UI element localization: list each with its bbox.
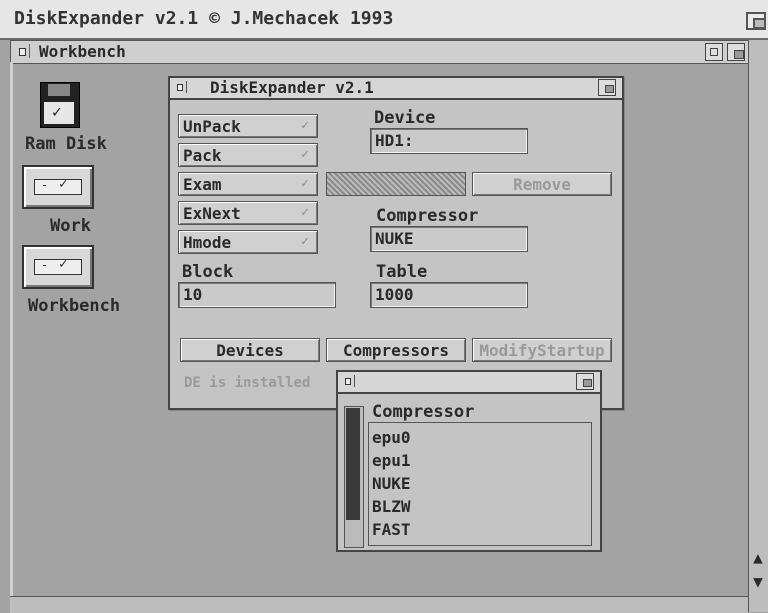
table-field[interactable]: 1000 (370, 282, 528, 308)
close-icon[interactable] (15, 44, 30, 58)
devices-label: Devices (216, 341, 284, 360)
screen-title: DiskExpander v2.1 © J.Mechacek 1993 (14, 8, 394, 29)
check-icon: ✓ (301, 147, 309, 162)
compressor-label: Compressor (376, 206, 479, 226)
diskexpander-titlebar[interactable]: DiskExpander v2.1 (170, 78, 622, 100)
compressors-label: Compressors (343, 341, 449, 360)
list-item[interactable]: NUKE (372, 476, 411, 492)
table-label: Table (376, 262, 428, 282)
modifystartup-label: ModifyStartup (479, 341, 605, 360)
ram-disk-icon[interactable]: ✓ (40, 82, 80, 128)
list-item[interactable]: epu1 (372, 453, 411, 469)
remove-button[interactable]: Remove (472, 172, 612, 196)
workbench-drive-icon[interactable]: ✓ (22, 245, 94, 289)
compressor-field[interactable]: NUKE (370, 226, 528, 252)
workbench-window-titlebar[interactable]: Workbench (10, 40, 750, 64)
work-drive-label[interactable]: Work (50, 218, 91, 235)
depth-icon[interactable] (598, 79, 616, 96)
progress-bar (326, 172, 466, 196)
unpack-label: UnPack (183, 117, 241, 136)
exnext-label: ExNext (183, 204, 241, 223)
close-icon[interactable] (174, 81, 187, 93)
check-icon: ✓ (301, 118, 309, 133)
block-value: 10 (183, 285, 203, 304)
compressors-button[interactable]: Compressors (326, 338, 466, 362)
list-item[interactable]: epu0 (372, 430, 411, 446)
zoom-icon[interactable] (705, 43, 723, 61)
block-field[interactable]: 10 (178, 282, 336, 308)
unpack-button[interactable]: UnPack ✓ (178, 114, 318, 138)
drive-slot: ✓ (34, 176, 82, 195)
vertical-scrollbar[interactable] (748, 40, 768, 612)
compressor-list-window: Compressor epu0 epu1 NUKE BLZW FAST (336, 370, 602, 552)
modifystartup-button[interactable]: ModifyStartup (472, 338, 612, 362)
close-icon[interactable] (342, 375, 355, 387)
floppy-shutter (48, 84, 70, 96)
check-icon: ✓ (301, 234, 309, 249)
exam-label: Exam (183, 175, 222, 194)
work-drive-icon[interactable]: ✓ (22, 165, 94, 209)
check-icon: ✓ (52, 102, 62, 121)
device-label: Device (374, 108, 436, 128)
compressor-list-header: Compressor (372, 402, 475, 422)
depth-icon[interactable] (576, 373, 594, 390)
diskexpander-window: DiskExpander v2.1 UnPack ✓ Pack ✓ Exam ✓… (168, 76, 624, 410)
exnext-button[interactable]: ExNext ✓ (178, 201, 318, 225)
table-value: 1000 (375, 285, 414, 304)
drive-slot: ✓ (34, 256, 82, 275)
check-icon: ✓ (301, 176, 309, 191)
screen-depth-gadget-icon[interactable] (746, 12, 766, 30)
list-item[interactable]: BLZW (372, 499, 411, 515)
status-text: DE is installed (184, 375, 311, 391)
device-value: HD1: (375, 131, 414, 150)
scroll-up-arrow-icon[interactable]: ▲ (750, 548, 766, 568)
horizontal-scrollbar[interactable] (10, 596, 748, 613)
check-icon: ✓ (301, 205, 309, 220)
hmode-button[interactable]: Hmode ✓ (178, 230, 318, 254)
compressor-value: NUKE (375, 229, 414, 248)
pack-button[interactable]: Pack ✓ (178, 143, 318, 167)
list-item[interactable]: FAST (372, 522, 411, 538)
device-field[interactable]: HD1: (370, 128, 528, 154)
screen-title-bar: DiskExpander v2.1 © J.Mechacek 1993 (0, 0, 768, 40)
check-icon: ✓ (59, 256, 68, 272)
exam-button[interactable]: Exam ✓ (178, 172, 318, 196)
workbench-window-left-border (10, 62, 13, 596)
devices-button[interactable]: Devices (180, 338, 320, 362)
block-label: Block (182, 262, 234, 282)
workbench-window-title: Workbench (39, 42, 126, 61)
diskexpander-title: DiskExpander v2.1 (210, 78, 374, 97)
remove-label: Remove (513, 175, 571, 194)
scroll-down-arrow-icon[interactable]: ▼ (750, 572, 766, 592)
ram-disk-label[interactable]: Ram Disk (25, 136, 107, 153)
pack-label: Pack (183, 146, 222, 165)
compressor-list-titlebar[interactable] (338, 372, 600, 394)
workbench-drive-label[interactable]: Workbench (28, 298, 120, 315)
hmode-label: Hmode (183, 233, 232, 252)
list-scroll-knob[interactable] (346, 408, 360, 520)
depth-icon[interactable] (727, 43, 745, 61)
check-icon: ✓ (59, 176, 68, 192)
